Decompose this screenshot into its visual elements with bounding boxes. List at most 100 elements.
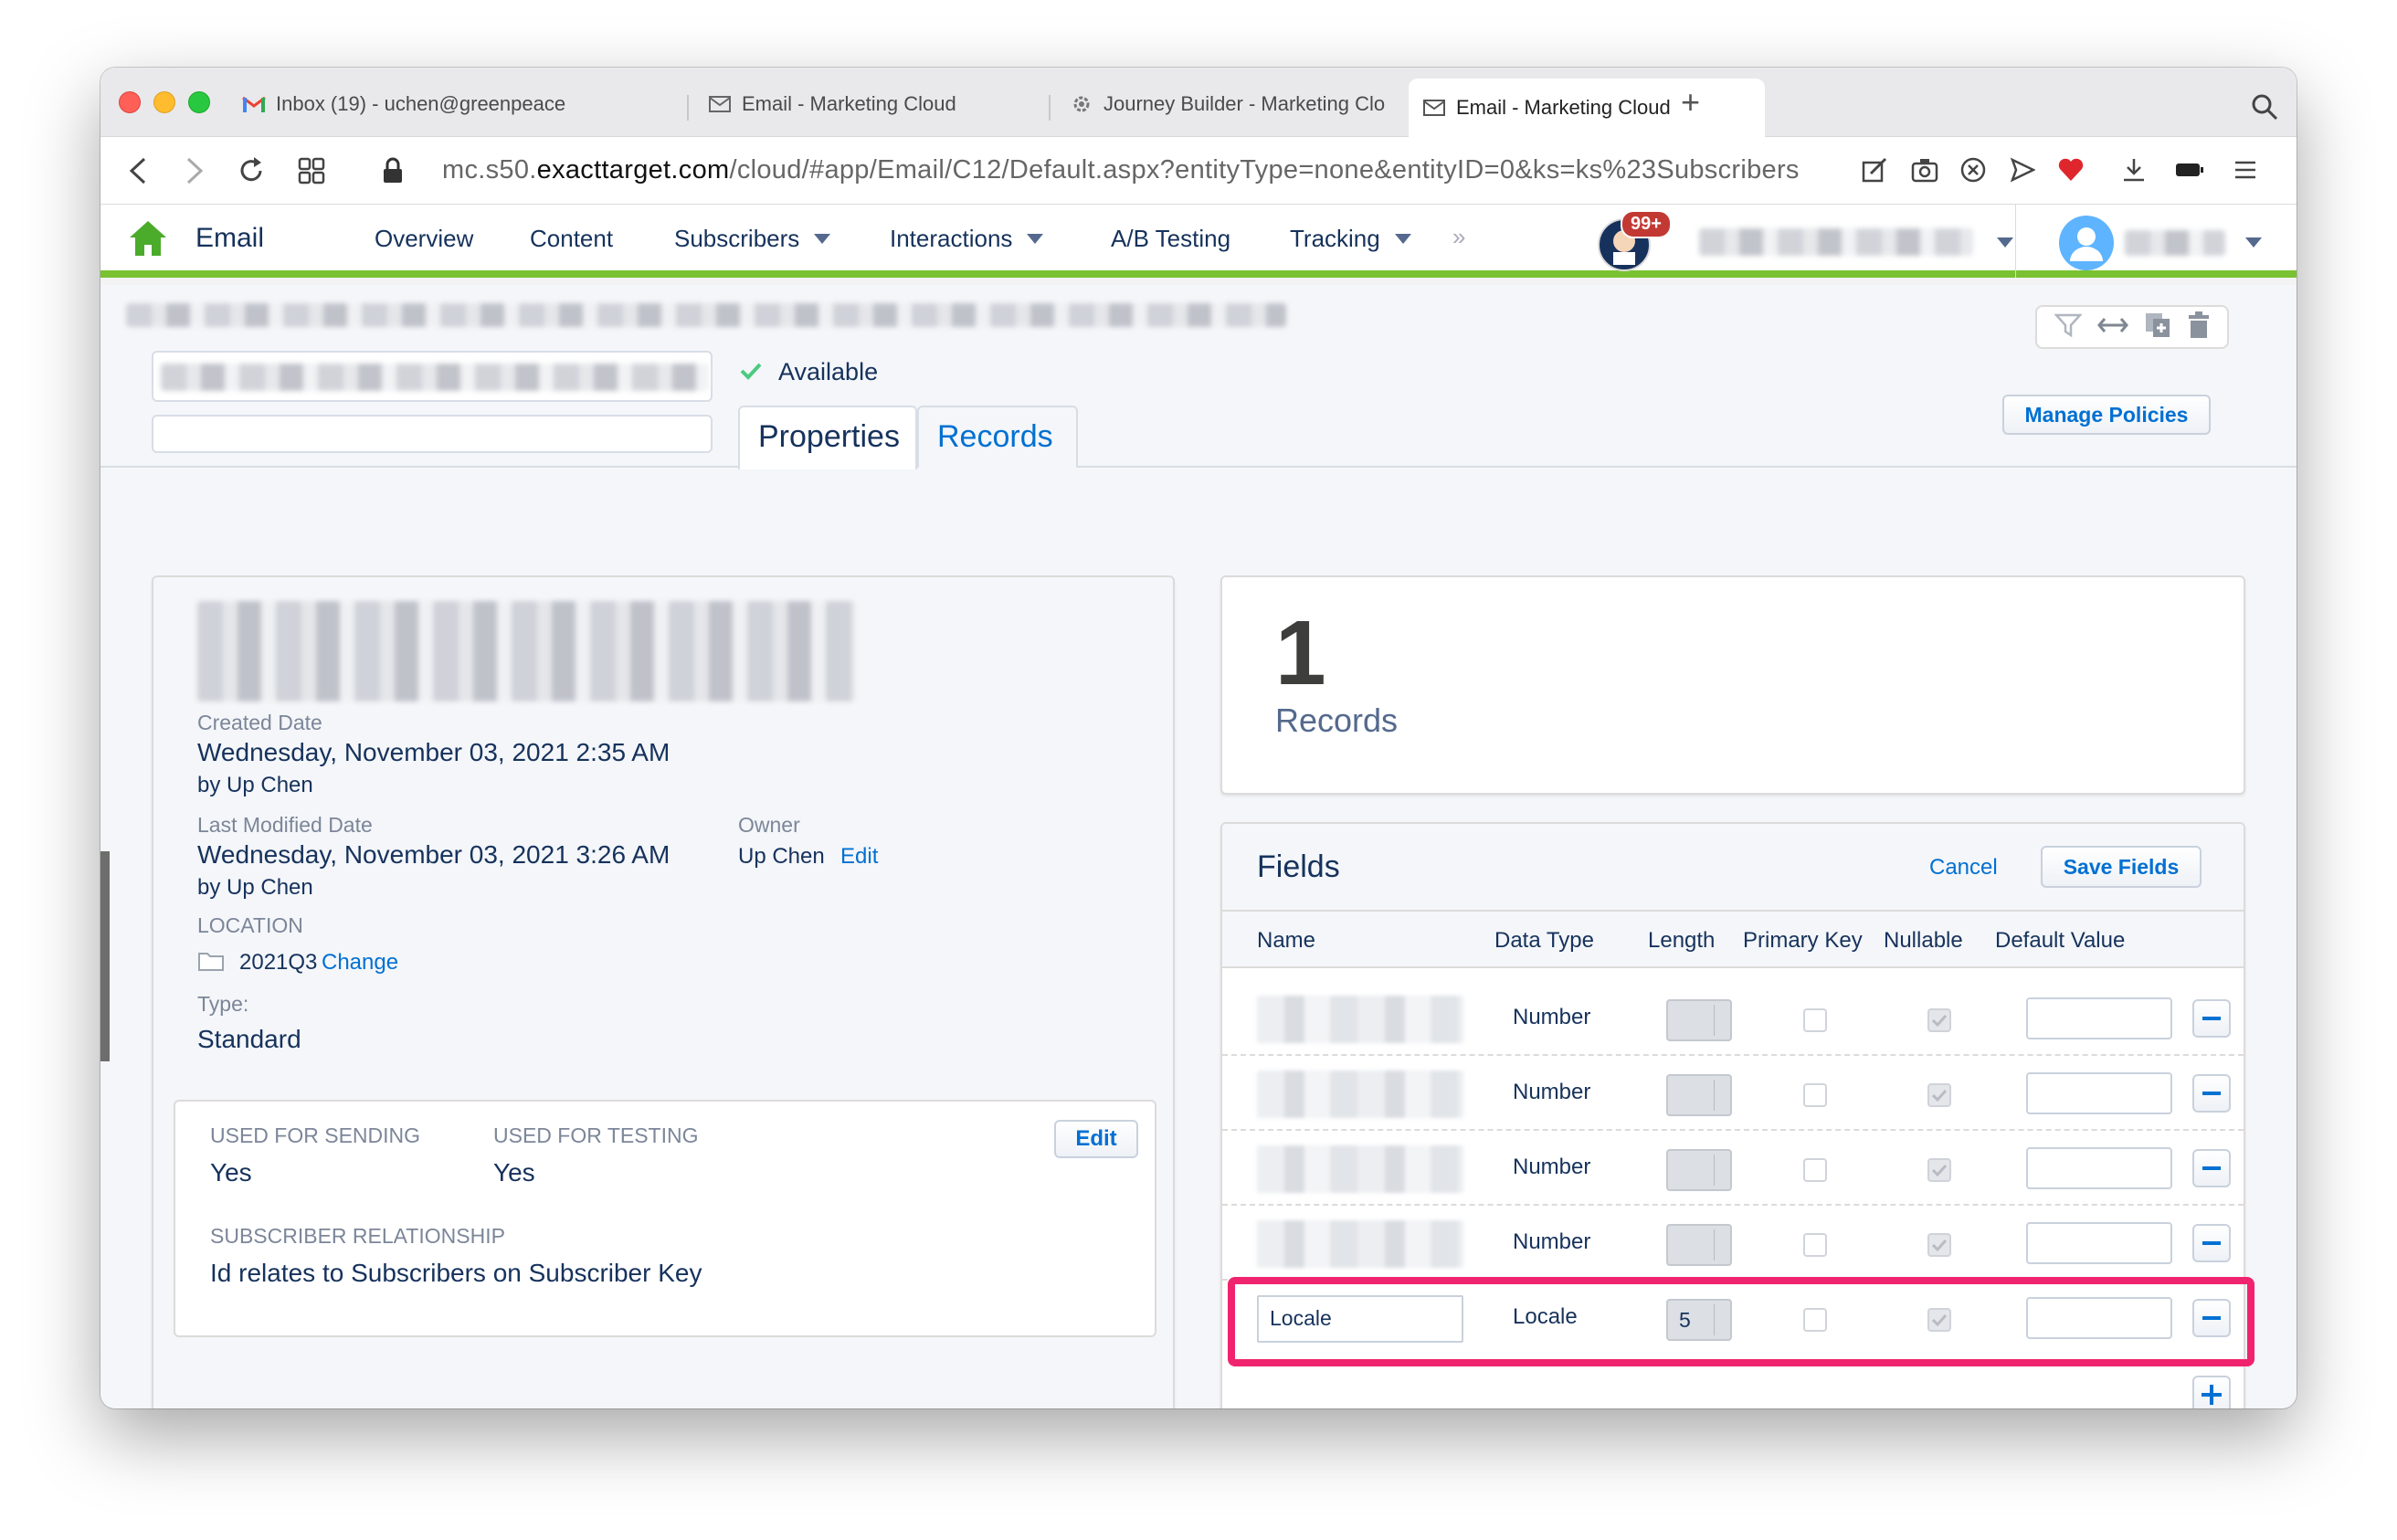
tab-search-icon[interactable] [2251, 93, 2278, 125]
account-switcher-redacted[interactable] [1699, 228, 1973, 256]
notification-badge: 99+ [1621, 210, 1672, 238]
status-text: Available [778, 358, 879, 385]
field-length-stepper[interactable] [1666, 1149, 1732, 1191]
user-name-redacted[interactable] [2125, 230, 2225, 256]
field-length-stepper[interactable]: 5 [1666, 1299, 1732, 1341]
primary-key-checkbox[interactable] [1803, 1158, 1827, 1182]
primary-key-checkbox[interactable] [1803, 1008, 1827, 1032]
home-icon[interactable] [128, 219, 168, 262]
chevron-down-icon[interactable] [2245, 237, 2262, 248]
field-name-redacted[interactable] [1257, 1220, 1463, 1268]
remove-field-button[interactable] [2192, 1074, 2231, 1113]
menu-tracking[interactable]: Tracking [1290, 225, 1411, 253]
tab-records[interactable]: Records [917, 406, 1078, 468]
battery-icon[interactable] [2174, 157, 2205, 187]
owner-edit-link[interactable]: Edit [840, 844, 878, 870]
minimize-window-button[interactable] [153, 91, 175, 113]
nullable-checkbox[interactable] [1927, 1308, 1951, 1332]
field-data-type: Locale [1513, 1304, 1578, 1329]
stepper-arrows-icon[interactable] [1714, 1080, 1726, 1111]
cancel-link[interactable]: Cancel [1929, 855, 1998, 881]
default-value-input[interactable] [2026, 1222, 2172, 1264]
new-tab-button[interactable]: + [1681, 86, 1700, 119]
add-field-button[interactable] [2192, 1376, 2231, 1408]
remove-field-button[interactable] [2192, 999, 2231, 1038]
nullable-checkbox[interactable] [1927, 1083, 1951, 1107]
edit-sendable-button[interactable]: Edit [1054, 1120, 1138, 1158]
stepper-arrows-icon[interactable] [1714, 1005, 1726, 1036]
field-length-stepper[interactable] [1666, 999, 1732, 1041]
extensions-grid-icon[interactable] [298, 157, 325, 189]
data-extension-description-input[interactable] [152, 415, 713, 453]
data-extension-name-input[interactable] [152, 351, 713, 402]
send-icon[interactable] [2010, 157, 2036, 187]
column-header-data-type: Data Type [1494, 928, 1594, 953]
nullable-checkbox[interactable] [1927, 1158, 1951, 1182]
browser-tab-email-active[interactable]: Email - Marketing Cloud [1409, 79, 1765, 137]
minus-icon [2202, 1166, 2221, 1170]
download-icon[interactable] [2121, 157, 2147, 187]
browser-tab-email-1[interactable]: Email - Marketing Cloud [694, 79, 1041, 130]
location-change-link[interactable]: Change [322, 950, 398, 976]
modified-date-value: Wednesday, November 03, 2021 3:26 AM [197, 840, 671, 869]
field-length-stepper[interactable] [1666, 1074, 1732, 1116]
chevron-down-icon [1394, 234, 1411, 244]
subscriber-relationship-label: SUBSCRIBER RELATIONSHIP [210, 1224, 505, 1248]
fields-panel: Fields Cancel Save Fields Name Data Type… [1220, 822, 2245, 1408]
lock-icon[interactable] [382, 157, 404, 189]
menu-subscribers[interactable]: Subscribers [674, 225, 831, 253]
app-name[interactable]: Email [195, 223, 264, 254]
primary-key-checkbox[interactable] [1803, 1308, 1827, 1332]
field-name-redacted[interactable] [1257, 1071, 1463, 1118]
zoom-window-button[interactable] [188, 91, 210, 113]
stepper-arrows-icon[interactable] [1714, 1229, 1726, 1260]
nullable-checkbox[interactable] [1927, 1008, 1951, 1032]
menu-content[interactable]: Content [530, 225, 613, 253]
nullable-checkbox[interactable] [1927, 1233, 1951, 1257]
subscriber-relationship-value: Id relates to Subscribers on Subscriber … [210, 1259, 702, 1287]
shield-x-icon[interactable] [1960, 157, 1986, 187]
copy-icon[interactable] [2144, 311, 2171, 343]
scrollbar[interactable] [100, 851, 110, 1061]
save-fields-button[interactable]: Save Fields [2041, 846, 2202, 888]
menu-overview[interactable]: Overview [375, 225, 473, 253]
reload-icon[interactable] [238, 157, 265, 189]
primary-key-checkbox[interactable] [1803, 1233, 1827, 1257]
chevron-down-icon[interactable] [1997, 237, 2013, 248]
browser-tab-journey-builder[interactable]: Journey Builder - Marketing Clo [1056, 79, 1403, 130]
tab-properties[interactable]: Properties [738, 406, 917, 469]
delete-icon[interactable] [2187, 311, 2211, 343]
remove-field-button[interactable] [2192, 1299, 2231, 1337]
stepper-arrows-icon[interactable] [1714, 1304, 1726, 1335]
menu-interactions[interactable]: Interactions [890, 225, 1044, 253]
primary-key-checkbox[interactable] [1803, 1083, 1827, 1107]
default-value-input[interactable] [2026, 997, 2172, 1039]
camera-icon[interactable] [1911, 157, 1938, 187]
tab-separator [1049, 95, 1051, 121]
field-name-input[interactable]: Locale [1257, 1295, 1463, 1343]
back-icon[interactable] [128, 157, 148, 189]
default-value-input[interactable] [2026, 1147, 2172, 1189]
edit-page-icon[interactable] [1862, 157, 1887, 187]
heart-icon[interactable] [2057, 157, 2085, 187]
default-value-input[interactable] [2026, 1297, 2172, 1339]
move-icon[interactable] [2096, 313, 2128, 342]
field-data-type: Number [1513, 1080, 1591, 1104]
breadcrumb[interactable] [126, 303, 1286, 327]
remove-field-button[interactable] [2192, 1149, 2231, 1187]
field-length-stepper[interactable] [1666, 1224, 1732, 1266]
forward-icon[interactable] [185, 157, 205, 189]
menu-icon[interactable] [2233, 157, 2258, 187]
avatar[interactable] [2059, 216, 2114, 270]
stepper-arrows-icon[interactable] [1714, 1155, 1726, 1186]
menu-ab-testing[interactable]: A/B Testing [1111, 225, 1230, 253]
default-value-input[interactable] [2026, 1072, 2172, 1114]
field-name-redacted[interactable] [1257, 996, 1463, 1043]
remove-field-button[interactable] [2192, 1224, 2231, 1262]
filter-icon[interactable] [2053, 313, 2083, 342]
close-window-button[interactable] [119, 91, 141, 113]
more-menu-icon[interactable]: » [1452, 223, 1465, 251]
field-name-redacted[interactable] [1257, 1145, 1463, 1193]
manage-policies-button[interactable]: Manage Policies [2002, 395, 2211, 435]
url-field[interactable]: mc.s50.exacttarget.com/cloud/#app/Email/… [442, 152, 1800, 188]
